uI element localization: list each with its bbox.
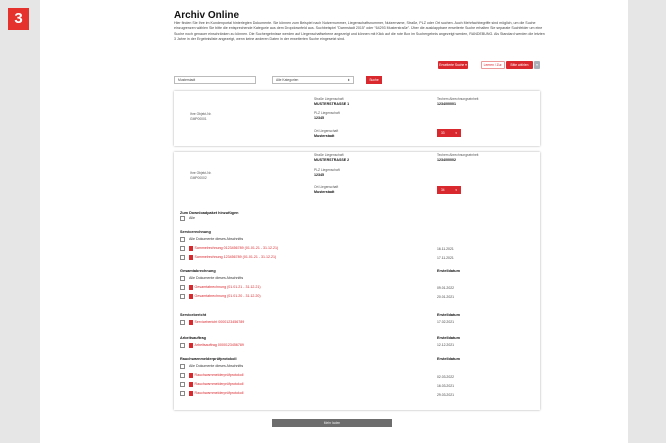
date-column-label: Erstelldatum	[437, 336, 460, 340]
chevron-down-icon: ▾	[455, 131, 457, 135]
document-row[interactable]: Sammelrechnung 123456789 (01.01.21 - 31.…	[180, 255, 276, 260]
document-link[interactable]: Arbeitsauftrag 0000123456789	[195, 343, 244, 348]
download-heading: Zum Downloadpaket hinzufügen	[180, 211, 239, 215]
document-row[interactable]: Arbeitsauftrag 0000123456789	[180, 343, 244, 348]
checkbox[interactable]	[180, 373, 185, 378]
intro-text: Hier finden Sie Ihre im Kundenportal hin…	[174, 21, 545, 42]
advanced-search-button[interactable]: Erweiterte Suche ▾	[438, 61, 468, 69]
document-row[interactable]: Gesamtabrechnung (01.01.21 - 31.12.21)	[180, 285, 261, 290]
document-link[interactable]: Sammelrechnung 123456789 (01.01.21 - 31.…	[195, 255, 277, 260]
checkbox[interactable]	[180, 382, 185, 387]
pdf-icon	[189, 373, 193, 378]
city: Ort Liegenschaft Musterstadt	[314, 185, 339, 194]
object-number: Ihre Objekt-Nr. GMP00001	[190, 112, 212, 121]
document-date: 09.01.2022	[437, 286, 454, 290]
document-row[interactable]: Sammelrechnung 0123456789 (01.01.21 - 31…	[180, 246, 278, 251]
checkbox[interactable]	[180, 294, 185, 299]
document-link[interactable]: Rauchwarnmelderprüfprotokoll	[195, 382, 244, 387]
pdf-icon	[189, 343, 193, 348]
grey-toggle-button[interactable]: ▾	[534, 61, 540, 69]
search-button[interactable]: Suche	[366, 76, 382, 84]
category-select-value: Alle Kategorien	[276, 78, 299, 82]
pdf-icon	[189, 320, 193, 325]
select-dropdown[interactable]: Bitte wählen	[506, 61, 533, 69]
category-select[interactable]: Alle Kategorien ⬍	[272, 76, 354, 84]
document-link[interactable]: Rauchwarnmelderprüfprotokoll	[195, 373, 244, 378]
date-column-label: Erstelldatum	[437, 269, 460, 273]
document-row[interactable]: Rauchwarnmelderprüfprotokoll	[180, 373, 243, 378]
billing-unit: Techem Abrechnungseinheit 1234/00002	[437, 153, 479, 162]
checkbox[interactable]	[180, 343, 185, 348]
page-title: Archiv Online	[174, 10, 240, 21]
street: Straße Liegenschaft MUSTERSTRASSE 1	[314, 97, 350, 106]
document-link[interactable]: Rauchwarnmelderprüfprotokoll	[195, 391, 244, 396]
load-more-button[interactable]: Mehr laden	[272, 419, 392, 427]
select-arrow-icon: ⬍	[347, 78, 350, 82]
document-row[interactable]: Rauchwarnmelderprüfprotokoll	[180, 382, 243, 387]
reset-button[interactable]: Leeren / Zur.	[481, 61, 505, 69]
checkbox[interactable]	[180, 237, 185, 242]
checkbox[interactable]	[180, 285, 185, 290]
document-count-button[interactable]: 34 ▾	[437, 186, 461, 194]
plz: PLZ Liegenschaft 12345	[314, 168, 340, 177]
pdf-icon	[189, 285, 193, 290]
pdf-icon	[189, 391, 193, 396]
section-title: Servicerechnung	[180, 230, 211, 234]
section-title: Arbeitsauftrag	[180, 336, 206, 340]
section-title: Servicebericht	[180, 313, 207, 317]
step-badge: 3	[8, 8, 29, 30]
billing-unit: Techem Abrechnungseinheit 1234/00001	[437, 97, 479, 106]
pdf-icon	[189, 382, 193, 387]
select-all-checkbox[interactable]	[180, 216, 185, 221]
property-card: Ihre Objekt-Nr. GMP00001 Straße Liegensch…	[174, 91, 540, 146]
document-date: 16.11.2021	[437, 247, 454, 251]
document-date: 12.12.2021	[437, 343, 454, 347]
document-link[interactable]: Sammelrechnung 0123456789 (01.01.21 - 31…	[195, 246, 279, 251]
document-date: 17.02.2021	[437, 320, 454, 324]
document-date: 20.01.2021	[437, 295, 454, 299]
city: Ort Liegenschaft Musterstadt	[314, 129, 339, 138]
checkbox[interactable]	[180, 246, 185, 251]
document-row[interactable]: Rauchwarnmelderprüfprotokoll	[180, 391, 243, 396]
document-date: 02.03.2022	[437, 375, 454, 379]
date-column-label: Erstelldatum	[437, 313, 460, 317]
date-column-label: Erstelldatum	[437, 357, 460, 361]
checkbox[interactable]	[180, 276, 185, 281]
checkbox[interactable]	[180, 364, 185, 369]
plz: PLZ Liegenschaft 12345	[314, 111, 340, 120]
document-date: 29.03.2021	[437, 393, 454, 397]
checkbox[interactable]	[180, 391, 185, 396]
pdf-icon	[189, 294, 193, 299]
section-title: Rauchwarnmelderprüfprotokoll	[180, 357, 237, 361]
all-docs-row[interactable]: Alle Dokumente dieses Abschnitts	[180, 364, 243, 369]
document-row[interactable]: Servicebericht 0000123456789	[180, 320, 244, 325]
select-all-row[interactable]: Alle	[180, 216, 195, 221]
object-number: Ihre Objekt-Nr. GMP00002	[190, 171, 212, 180]
document-link[interactable]: Gesamtabrechnung (01.01.21 - 31.12.21)	[195, 285, 261, 290]
document-row[interactable]: Gesamtabrechnung (01.01.20 - 31.12.20)	[180, 294, 261, 299]
search-input[interactable]: Musterstadt	[174, 76, 256, 84]
checkbox[interactable]	[180, 255, 185, 260]
pdf-icon	[189, 255, 193, 260]
pdf-icon	[189, 246, 193, 251]
document-date: 17.11.2021	[437, 256, 454, 260]
document-link[interactable]: Servicebericht 0000123456789	[195, 320, 245, 325]
document-link[interactable]: Gesamtabrechnung (01.01.20 - 31.12.20)	[195, 294, 261, 299]
section-title: Gesamtabrechnung	[180, 269, 216, 273]
all-docs-row[interactable]: Alle Dokumente dieses Abschnitts	[180, 276, 243, 281]
checkbox[interactable]	[180, 320, 185, 325]
all-docs-row[interactable]: Alle Dokumente dieses Abschnitts	[180, 237, 243, 242]
property-card: Ihre Objekt-Nr. GMP00002 Straße Liegensch…	[174, 152, 540, 410]
street: Straße Liegenschaft MUSTERSTRASSE 2	[314, 153, 350, 162]
chevron-down-icon: ▾	[455, 188, 457, 192]
document-date: 16.03.2021	[437, 384, 454, 388]
document-count-button[interactable]: 33 ▾	[437, 129, 461, 137]
